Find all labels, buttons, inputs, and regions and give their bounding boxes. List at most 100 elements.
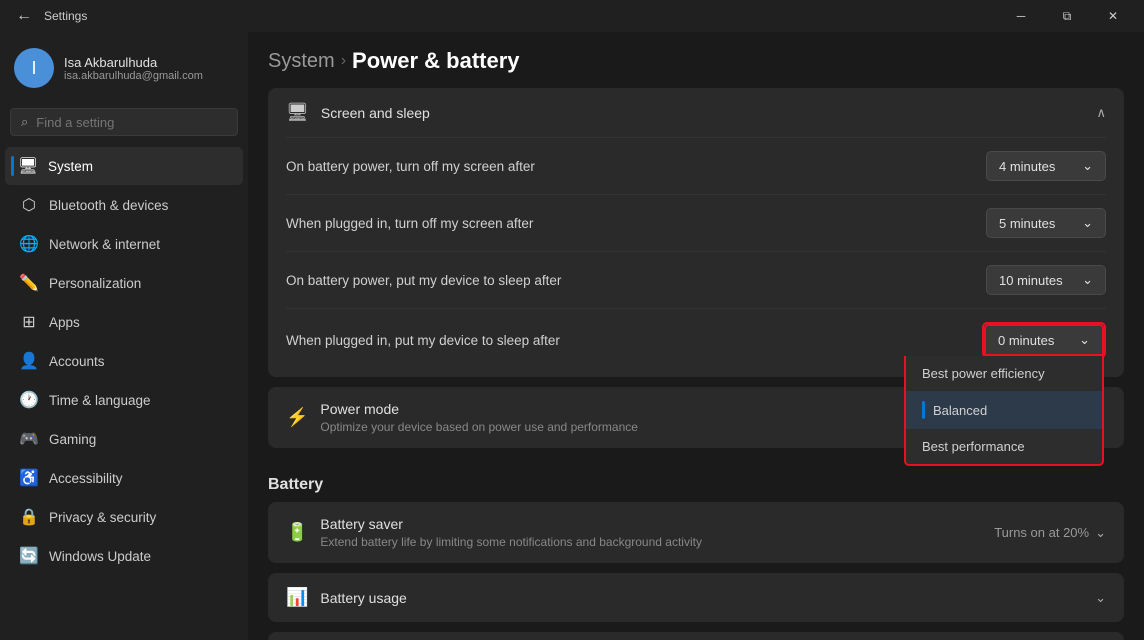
- help-section: 🌐 Help from the web ∧ Adjusting power an…: [268, 632, 1124, 640]
- setting-row-screen-battery: On battery power, turn off my screen aft…: [286, 137, 1106, 194]
- battery-saver-desc: Extend battery life by limiting some not…: [320, 535, 702, 549]
- content-area: System › Power & battery 🖥 Screen and sl…: [248, 32, 1144, 640]
- apps-icon: ⊞: [19, 312, 39, 332]
- sidebar-item-label: System: [48, 159, 93, 174]
- accounts-icon: 👤: [19, 351, 39, 371]
- dropdown-value: 10 minutes: [999, 273, 1063, 288]
- personalization-icon: ✏️: [19, 273, 39, 293]
- sidebar-item-label: Gaming: [49, 432, 96, 447]
- screen-sleep-body: On battery power, turn off my screen aft…: [268, 137, 1124, 377]
- sidebar: I Isa Akbarulhuda isa.akbarulhuda@gmail.…: [0, 32, 248, 640]
- time-icon: 🕐: [19, 390, 39, 410]
- restore-button[interactable]: ⧉: [1044, 0, 1090, 32]
- search-box[interactable]: ⌕: [10, 108, 238, 136]
- titlebar: ← Settings ─ ⧉ ✕: [0, 0, 1144, 32]
- dropdown-option-efficiency[interactable]: Best power efficiency: [906, 356, 1102, 391]
- help-header[interactable]: 🌐 Help from the web ∧: [268, 632, 1124, 640]
- sidebar-item-label: Privacy & security: [49, 510, 156, 525]
- accessibility-icon: ♿: [19, 468, 39, 488]
- sidebar-item-network[interactable]: 🌐 Network & internet: [5, 225, 243, 263]
- screen-icon: 🖥: [286, 102, 309, 123]
- dropdown-option-performance[interactable]: Best performance: [906, 429, 1102, 464]
- battery-usage-left: 📊 Battery usage: [286, 587, 407, 608]
- titlebar-left: ← Settings: [12, 3, 87, 29]
- sidebar-item-label: Network & internet: [49, 237, 160, 252]
- sidebar-item-accessibility[interactable]: ♿ Accessibility: [5, 459, 243, 497]
- bluetooth-icon: ⬡: [19, 195, 39, 215]
- search-icon: ⌕: [21, 114, 28, 130]
- dropdown-menu: Best power efficiency Balanced Best perf…: [904, 356, 1104, 466]
- sidebar-item-label: Personalization: [49, 276, 141, 291]
- power-mode-desc: Optimize your device based on power use …: [320, 420, 638, 434]
- privacy-icon: 🔒: [19, 507, 39, 527]
- sleep-plugged-dropdown-container: 0 minutes ⌄ Best power efficiency Balanc…: [982, 322, 1106, 358]
- dropdown-chevron-icon: ⌄: [1082, 215, 1093, 231]
- dropdown-chevron-icon: ⌄: [1079, 332, 1090, 348]
- user-info: Isa Akbarulhuda isa.akbarulhuda@gmail.co…: [64, 55, 203, 82]
- page-header: System › Power & battery: [268, 32, 1124, 88]
- setting-label: On battery power, put my device to sleep…: [286, 273, 561, 288]
- sidebar-item-personalization[interactable]: ✏️ Personalization: [5, 264, 243, 302]
- battery-usage-section: 📊 Battery usage ⌄: [268, 573, 1124, 622]
- option-label: Balanced: [933, 403, 987, 418]
- update-icon: 🔄: [19, 546, 39, 566]
- battery-saver-left: 🔋 Battery saver Extend battery life by l…: [286, 516, 702, 549]
- battery-saver-section: 🔋 Battery saver Extend battery life by l…: [268, 502, 1124, 563]
- user-email: isa.akbarulhuda@gmail.com: [64, 70, 203, 82]
- system-icon: 🖥: [18, 156, 38, 176]
- dropdown-value: 5 minutes: [999, 216, 1055, 231]
- sidebar-item-time[interactable]: 🕐 Time & language: [5, 381, 243, 419]
- dropdown-option-balanced[interactable]: Balanced: [906, 391, 1102, 429]
- battery-usage-icon: 📊: [286, 587, 308, 608]
- dropdown-value: 0 minutes: [998, 333, 1054, 348]
- setting-row-sleep-battery: On battery power, put my device to sleep…: [286, 251, 1106, 308]
- battery-saver-right: Turns on at 20% ⌄: [994, 525, 1106, 541]
- close-button[interactable]: ✕: [1090, 0, 1136, 32]
- battery-usage-header[interactable]: 📊 Battery usage ⌄: [268, 573, 1124, 622]
- active-indicator: [11, 156, 14, 176]
- battery-saver-header[interactable]: 🔋 Battery saver Extend battery life by l…: [268, 502, 1124, 563]
- sleep-plugged-dropdown[interactable]: 0 minutes ⌄: [984, 324, 1104, 356]
- battery-usage-expand[interactable]: ⌄: [1095, 590, 1106, 606]
- back-button[interactable]: ←: [12, 3, 36, 29]
- app-body: I Isa Akbarulhuda isa.akbarulhuda@gmail.…: [0, 32, 1144, 640]
- screen-plugged-dropdown[interactable]: 5 minutes ⌄: [986, 208, 1106, 238]
- setting-row-sleep-plugged: When plugged in, put my device to sleep …: [286, 308, 1106, 371]
- battery-saver-icon: 🔋: [286, 522, 308, 543]
- user-profile[interactable]: I Isa Akbarulhuda isa.akbarulhuda@gmail.…: [0, 32, 248, 104]
- setting-row-screen-plugged: When plugged in, turn off my screen afte…: [286, 194, 1106, 251]
- sidebar-item-update[interactable]: 🔄 Windows Update: [5, 537, 243, 575]
- sidebar-item-label: Accessibility: [49, 471, 123, 486]
- search-input[interactable]: [36, 115, 227, 130]
- titlebar-controls: ─ ⧉ ✕: [998, 0, 1136, 32]
- battery-saver-expand[interactable]: ⌄: [1095, 525, 1106, 541]
- dropdown-chevron-icon: ⌄: [1082, 158, 1093, 174]
- option-label: Best power efficiency: [922, 366, 1045, 381]
- screen-battery-dropdown[interactable]: 4 minutes ⌄: [986, 151, 1106, 181]
- sidebar-item-bluetooth[interactable]: ⬡ Bluetooth & devices: [5, 186, 243, 224]
- sidebar-item-label: Bluetooth & devices: [49, 198, 168, 213]
- nav-list: 🖥 System ⬡ Bluetooth & devices 🌐 Network…: [0, 146, 248, 576]
- minimize-button[interactable]: ─: [998, 0, 1044, 32]
- sidebar-item-apps[interactable]: ⊞ Apps: [5, 303, 243, 341]
- power-mode-title: Power mode: [320, 401, 638, 417]
- sidebar-item-label: Windows Update: [49, 549, 151, 564]
- breadcrumb-chevron: ›: [341, 52, 346, 70]
- page-title: Power & battery: [352, 48, 520, 74]
- battery-saver-title: Battery saver: [320, 516, 702, 532]
- power-icon: ⚡: [286, 407, 308, 428]
- battery-usage-title: Battery usage: [320, 590, 406, 606]
- network-icon: 🌐: [19, 234, 39, 254]
- sidebar-item-accounts[interactable]: 👤 Accounts: [5, 342, 243, 380]
- screen-sleep-header[interactable]: 🖥 Screen and sleep ∧: [268, 88, 1124, 137]
- setting-label: When plugged in, turn off my screen afte…: [286, 216, 533, 231]
- sidebar-item-label: Time & language: [49, 393, 151, 408]
- sidebar-item-system[interactable]: 🖥 System: [5, 147, 243, 185]
- option-label: Best performance: [922, 439, 1025, 454]
- sidebar-item-gaming[interactable]: 🎮 Gaming: [5, 420, 243, 458]
- user-name: Isa Akbarulhuda: [64, 55, 203, 70]
- section-expand-icon: ∧: [1096, 105, 1106, 121]
- sleep-battery-dropdown[interactable]: 10 minutes ⌄: [986, 265, 1106, 295]
- sidebar-item-privacy[interactable]: 🔒 Privacy & security: [5, 498, 243, 536]
- breadcrumb-parent: System: [268, 50, 335, 73]
